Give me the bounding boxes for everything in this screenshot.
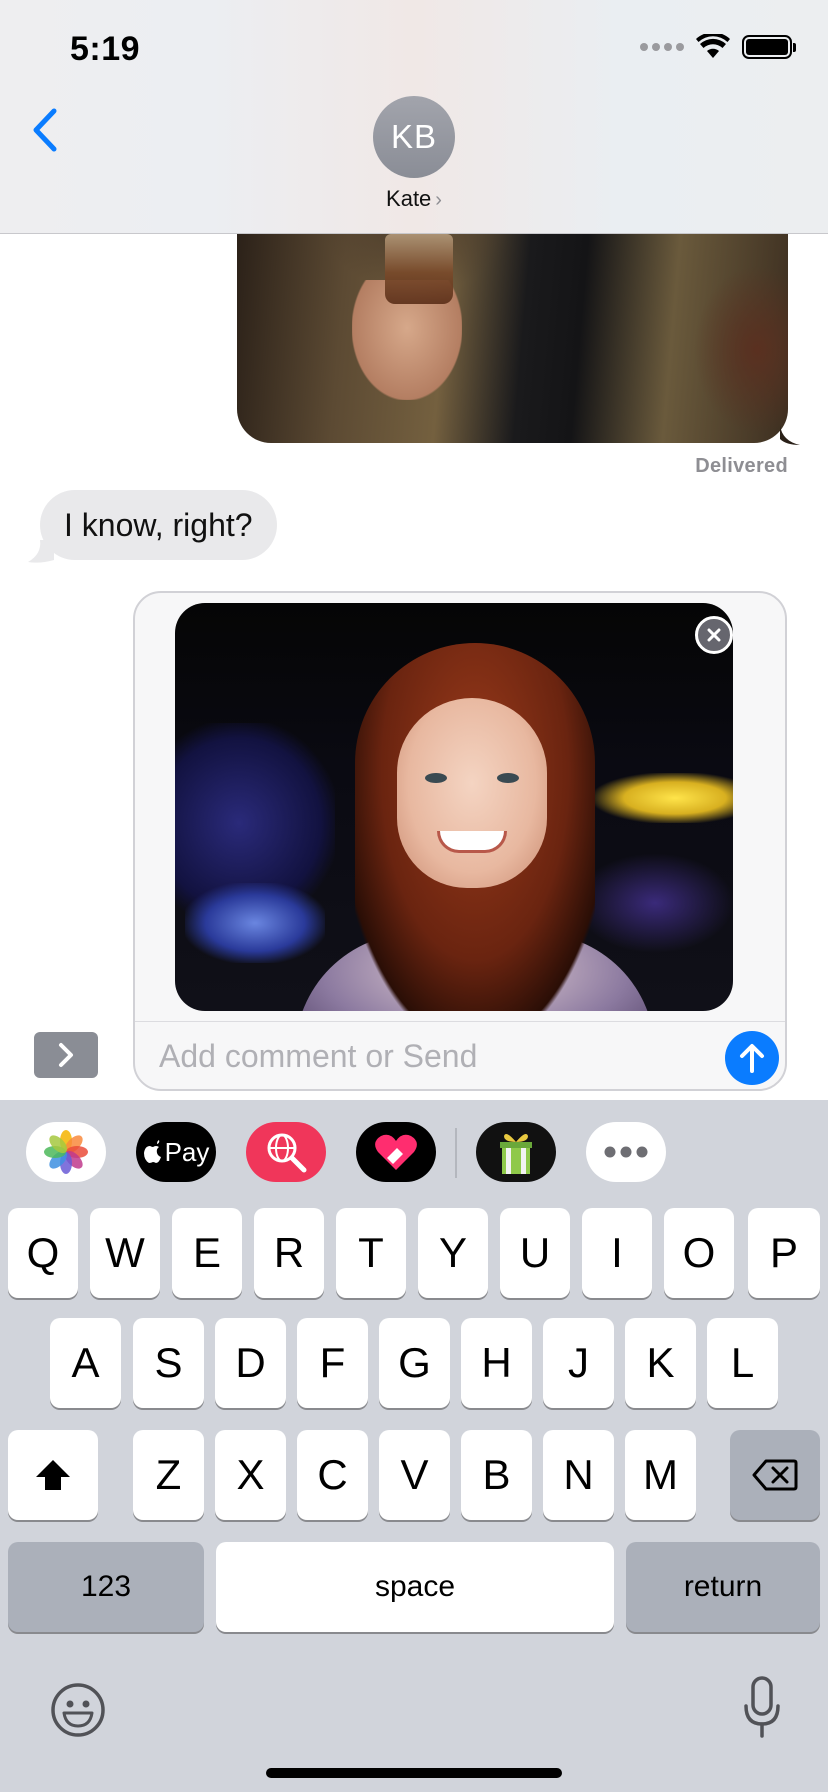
key-n[interactable]: N (543, 1430, 614, 1520)
contact-name: Kate (386, 186, 432, 211)
keyboard: Pay Q W E R T Y U I O P A S D F G H J K … (0, 1100, 828, 1792)
key-a[interactable]: A (50, 1318, 121, 1408)
digital-touch-app-button[interactable] (356, 1122, 436, 1182)
key-v[interactable]: V (379, 1430, 450, 1520)
key-o[interactable]: O (664, 1208, 734, 1298)
status-icons (640, 34, 796, 60)
key-g[interactable]: G (379, 1318, 450, 1408)
key-f[interactable]: F (297, 1318, 368, 1408)
photos-app-button[interactable] (26, 1122, 106, 1182)
gift-icon (500, 1134, 532, 1174)
gift-app-button[interactable] (476, 1122, 556, 1182)
wifi-icon (696, 34, 730, 58)
key-d[interactable]: D (215, 1318, 286, 1408)
apple-pay-label: Pay (164, 1136, 210, 1167)
apple-logo-icon (143, 1140, 161, 1163)
home-indicator[interactable] (266, 1768, 562, 1778)
battery-icon (742, 35, 796, 59)
photos-icon (44, 1130, 88, 1174)
compose-divider (135, 1021, 785, 1022)
delete-key[interactable] (730, 1430, 820, 1520)
web-search-icon (267, 1133, 307, 1173)
contact-avatar[interactable]: KB (373, 96, 455, 178)
key-w[interactable]: W (90, 1208, 160, 1298)
key-b[interactable]: B (461, 1430, 532, 1520)
key-t[interactable]: T (336, 1208, 406, 1298)
shift-icon (36, 1460, 70, 1490)
key-i[interactable]: I (582, 1208, 652, 1298)
conversation-header: 5:19 KB Kate › (0, 0, 828, 234)
cellular-signal-icon (640, 43, 684, 51)
status-time: 5:19 (70, 30, 141, 68)
key-y[interactable]: Y (418, 1208, 488, 1298)
more-apps-icon (604, 1146, 648, 1158)
chevron-left-icon (33, 108, 57, 152)
key-p[interactable]: P (748, 1208, 820, 1298)
key-m[interactable]: M (625, 1430, 696, 1520)
more-apps-button[interactable] (586, 1122, 666, 1182)
key-q[interactable]: Q (8, 1208, 78, 1298)
arrow-up-icon (740, 1044, 764, 1073)
remove-attachment-button[interactable] (695, 616, 733, 654)
close-icon (707, 628, 721, 642)
incoming-message-bubble[interactable]: I know, right? (40, 490, 277, 560)
microphone-icon[interactable] (742, 1676, 782, 1738)
backspace-icon (752, 1459, 798, 1491)
space-key[interactable]: space (216, 1542, 614, 1632)
expand-apps-button[interactable] (34, 1032, 98, 1078)
key-l[interactable]: L (707, 1318, 778, 1408)
key-s[interactable]: S (133, 1318, 204, 1408)
chevron-right-icon (59, 1043, 73, 1067)
contact-name-button[interactable]: Kate › (0, 186, 828, 212)
key-r[interactable]: R (254, 1208, 324, 1298)
sent-gif-image[interactable] (237, 200, 788, 443)
compose-field[interactable] (133, 591, 787, 1091)
key-u[interactable]: U (500, 1208, 570, 1298)
key-e[interactable]: E (172, 1208, 242, 1298)
back-button[interactable] (20, 100, 70, 160)
delivered-status: Delivered (695, 455, 788, 477)
numbers-key[interactable]: 123 (8, 1542, 204, 1632)
imessage-app-strip: Pay (0, 1100, 828, 1200)
message-input[interactable] (159, 1025, 699, 1087)
bubble-tail (780, 425, 800, 445)
key-z[interactable]: Z (133, 1430, 204, 1520)
send-button[interactable] (725, 1031, 779, 1085)
key-c[interactable]: C (297, 1430, 368, 1520)
chevron-right-icon: › (435, 189, 442, 211)
app-strip-divider (455, 1128, 457, 1178)
emoji-icon[interactable] (50, 1682, 106, 1738)
key-k[interactable]: K (625, 1318, 696, 1408)
apple-pay-button[interactable]: Pay (136, 1122, 216, 1182)
web-search-app-button[interactable] (246, 1122, 326, 1182)
digital-touch-icon (375, 1134, 417, 1170)
key-x[interactable]: X (215, 1430, 286, 1520)
attached-gif-image[interactable] (175, 603, 733, 1011)
key-j[interactable]: J (543, 1318, 614, 1408)
shift-key[interactable] (8, 1430, 98, 1520)
key-h[interactable]: H (461, 1318, 532, 1408)
return-key[interactable]: return (626, 1542, 820, 1632)
